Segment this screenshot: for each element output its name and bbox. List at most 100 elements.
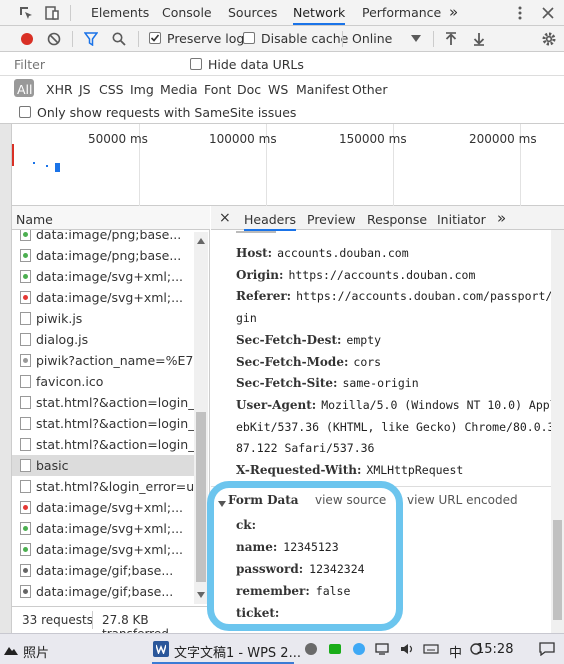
more-tabs-button[interactable]: » xyxy=(449,0,458,25)
request-row[interactable]: basic xyxy=(12,455,194,476)
request-row[interactable]: data:image/svg+xml;... xyxy=(12,518,194,539)
hide-data-urls-label[interactable]: Hide data URLs xyxy=(208,57,304,72)
tab-initiator[interactable]: Initiator xyxy=(437,212,486,227)
scrollbar-thumb[interactable] xyxy=(553,520,562,620)
document-file-icon xyxy=(20,333,31,346)
scrollbar-thumb[interactable] xyxy=(196,412,206,582)
header-row: ebKit/537.36 (KHTML, like Gecko) Chrome/… xyxy=(236,420,561,434)
request-row[interactable]: stat.html?&action=login_click xyxy=(12,434,194,455)
preserve-log-checkbox[interactable] xyxy=(149,32,161,44)
request-name: data:image/svg+xml;... xyxy=(36,521,184,536)
request-name: favicon.ico xyxy=(36,374,104,389)
network-overview[interactable]: 50000 ms 100000 ms 150000 ms 200000 ms xyxy=(12,124,564,206)
timeline-bar xyxy=(33,162,35,164)
preserve-log-label[interactable]: Preserve log xyxy=(167,31,244,46)
tab-performance[interactable]: Performance xyxy=(362,0,441,25)
image-file-icon xyxy=(20,543,31,556)
export-har-icon[interactable] xyxy=(471,31,487,47)
tab-sources[interactable]: Sources xyxy=(228,0,277,25)
tray-app-icon[interactable] xyxy=(351,642,367,656)
details-scrollbar[interactable] xyxy=(551,230,564,633)
gear-icon[interactable] xyxy=(540,30,558,48)
tray-app-icon[interactable] xyxy=(303,642,319,656)
request-row[interactable]: data:image/png;base... xyxy=(12,230,194,245)
close-details-button[interactable]: × xyxy=(219,210,231,226)
tab-headers[interactable]: Headers xyxy=(244,212,297,231)
type-media[interactable]: Media xyxy=(160,82,198,97)
throttling-select[interactable]: Online xyxy=(352,31,392,46)
image-file-icon xyxy=(20,522,31,535)
type-doc[interactable]: Doc xyxy=(237,82,261,97)
hide-data-urls-checkbox[interactable] xyxy=(190,58,202,70)
divider xyxy=(433,31,434,47)
name-column-label: Name xyxy=(16,212,53,227)
form-data-title[interactable]: Form Data xyxy=(228,493,299,507)
header-key: Origin: xyxy=(236,267,284,282)
samesite-checkbox[interactable] xyxy=(19,106,31,118)
request-name: basic xyxy=(36,458,69,473)
keyboard-icon[interactable] xyxy=(423,642,439,656)
request-row[interactable]: stat.html?&login_error=unma xyxy=(12,476,194,497)
type-all[interactable]: All xyxy=(17,82,33,97)
tray-app-icon[interactable] xyxy=(327,642,343,656)
network-summary-bar: 33 requests 27.8 KB transferred xyxy=(12,606,210,641)
device-toolbar-icon[interactable] xyxy=(44,5,60,21)
record-icon[interactable] xyxy=(19,31,35,47)
chevron-down-icon[interactable] xyxy=(410,33,422,45)
more-details-tabs-button[interactable]: » xyxy=(497,209,506,227)
view-source-link[interactable]: view source xyxy=(315,493,386,507)
close-icon[interactable] xyxy=(540,4,556,22)
network-icon[interactable] xyxy=(375,642,391,656)
volume-icon[interactable] xyxy=(399,642,415,656)
name-column-header[interactable]: Name xyxy=(12,206,210,230)
request-row[interactable]: dialog.js xyxy=(12,329,194,350)
kebab-menu-icon[interactable] xyxy=(512,4,528,22)
view-url-encoded-link[interactable]: view URL encoded xyxy=(407,493,518,507)
photos-icon[interactable] xyxy=(3,641,19,657)
request-row[interactable]: data:image/svg+xml;... xyxy=(12,266,194,287)
request-row[interactable]: piwik?action_name=%E7%99... xyxy=(12,350,194,371)
clear-icon[interactable] xyxy=(46,31,62,47)
request-row[interactable]: data:image/gif;base... xyxy=(12,581,194,602)
type-ws[interactable]: WS xyxy=(268,82,288,97)
request-row[interactable]: stat.html?&action=login_start xyxy=(12,392,194,413)
disable-cache-checkbox[interactable] xyxy=(243,32,255,44)
disable-cache-label[interactable]: Disable cache xyxy=(261,31,348,46)
type-js[interactable]: JS xyxy=(79,82,91,97)
notification-icon[interactable] xyxy=(538,641,556,657)
filter-icon[interactable] xyxy=(83,31,99,47)
type-manifest[interactable]: Manifest xyxy=(296,82,349,97)
taskbar-photos[interactable]: 照片 xyxy=(23,642,49,661)
filter-input[interactable] xyxy=(14,55,174,73)
request-row[interactable]: data:image/svg+xml;... xyxy=(12,497,194,518)
request-row[interactable]: data:image/svg+xml;... xyxy=(12,287,194,308)
ime-indicator[interactable]: 中 xyxy=(449,642,462,661)
request-list-scrollbar[interactable] xyxy=(194,232,208,604)
taskbar-wps[interactable]: 文字文稿1 - WPS 2... xyxy=(174,642,301,661)
request-row[interactable]: data:image/gif;base... xyxy=(12,560,194,581)
tab-console[interactable]: Console xyxy=(162,0,212,25)
type-font[interactable]: Font xyxy=(204,82,231,97)
request-row[interactable]: stat.html?&action=login_start xyxy=(12,413,194,434)
samesite-label[interactable]: Only show requests with SameSite issues xyxy=(37,105,296,120)
tab-response[interactable]: Response xyxy=(367,212,427,227)
request-row[interactable]: favicon.ico xyxy=(12,371,194,392)
tab-network[interactable]: Network xyxy=(293,0,346,25)
import-har-icon[interactable] xyxy=(443,31,459,47)
type-img[interactable]: Img xyxy=(130,82,154,97)
tab-elements[interactable]: Elements xyxy=(91,0,149,25)
type-xhr[interactable]: XHR xyxy=(46,82,73,97)
inspect-element-icon[interactable] xyxy=(18,5,34,21)
form-data-toggle[interactable] xyxy=(218,496,226,510)
wps-writer-icon[interactable] xyxy=(153,641,169,657)
request-row[interactable]: data:image/png;base... xyxy=(12,245,194,266)
header-row: User-Agent: Mozilla/5.0 (Windows NT 10.0)… xyxy=(236,398,564,412)
request-row[interactable]: data:image/svg+xml;... xyxy=(12,539,194,560)
request-row[interactable]: piwik.js xyxy=(12,308,194,329)
search-icon[interactable] xyxy=(111,31,127,47)
type-css[interactable]: CSS xyxy=(99,82,124,97)
request-name: data:image/png;base... xyxy=(36,230,182,242)
request-name: piwik.js xyxy=(36,311,83,326)
tab-preview[interactable]: Preview xyxy=(307,212,356,227)
type-other[interactable]: Other xyxy=(352,82,388,97)
